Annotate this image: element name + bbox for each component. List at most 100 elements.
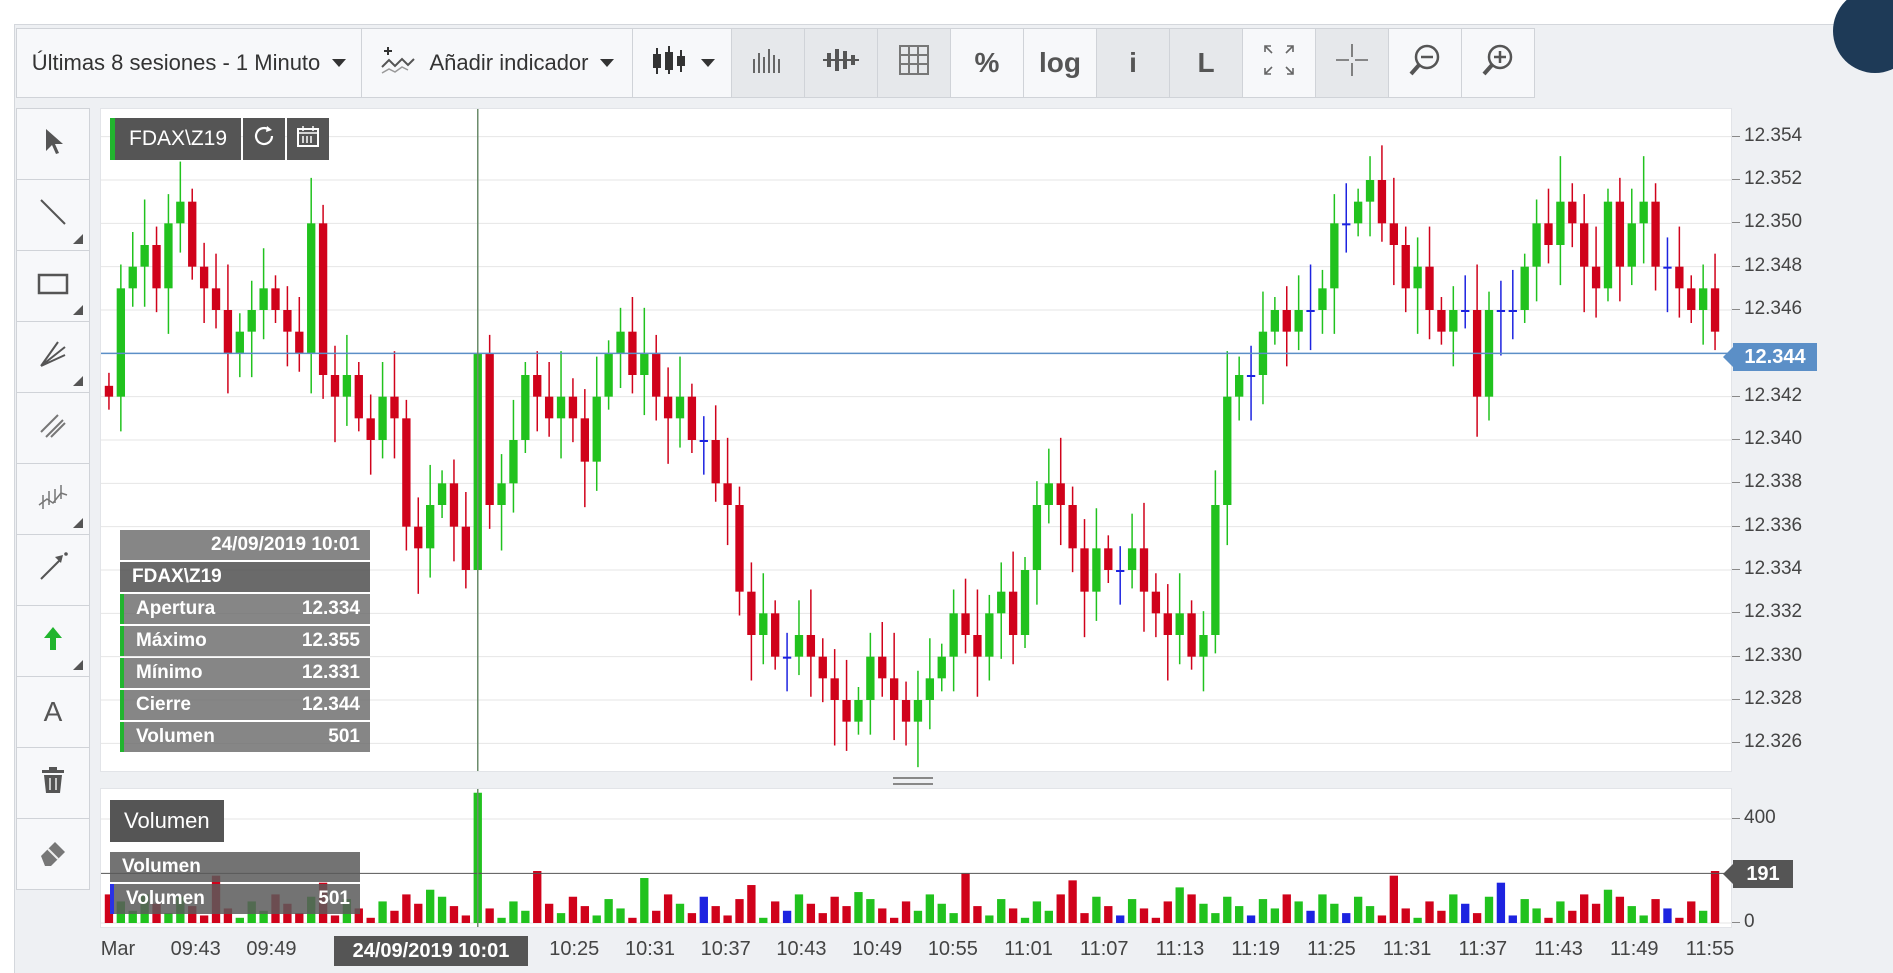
volume-bar	[854, 892, 863, 923]
candle-body	[961, 613, 970, 635]
arrow-line-tool[interactable]	[16, 534, 90, 606]
close-value: 12.344	[301, 694, 360, 715]
candle-body	[687, 396, 697, 440]
open-value: 12.334	[301, 598, 360, 619]
volume-bar	[1425, 901, 1434, 923]
eraser-tool[interactable]	[16, 818, 90, 890]
drawing-tools-sidebar: A	[16, 108, 90, 890]
volume-bar	[889, 917, 899, 923]
candle-body	[794, 635, 804, 657]
volume-bar	[1306, 910, 1315, 923]
candle-body	[247, 310, 256, 332]
volume-bar	[818, 913, 827, 923]
period-dropdown[interactable]: Últimas 8 sesiones - 1 Minuto	[16, 28, 362, 98]
candle-body	[1663, 266, 1672, 269]
candle-body	[616, 331, 625, 354]
volume-bar	[1508, 915, 1517, 923]
volume-bar	[652, 910, 661, 923]
candle-body	[747, 591, 756, 635]
fan-tool[interactable]	[16, 321, 90, 393]
grid-toggle-button[interactable]	[877, 28, 951, 98]
candle-body	[402, 418, 411, 527]
volume-bar	[1353, 896, 1363, 923]
refresh-button[interactable]	[243, 118, 286, 160]
candle-body	[449, 483, 459, 527]
candle-body	[711, 440, 720, 484]
pitchfork-icon	[37, 481, 69, 518]
candle-body	[675, 396, 685, 419]
time-tick-label: 10:55	[927, 938, 978, 960]
volume-bar	[985, 915, 994, 923]
volume-bar	[1484, 896, 1494, 923]
info-button[interactable]: i	[1096, 28, 1170, 98]
chart-type-dropdown[interactable]	[632, 28, 732, 98]
volume-profile-button[interactable]	[804, 28, 878, 98]
line-tool[interactable]	[16, 179, 90, 251]
top-toolbar: Últimas 8 sesiones - 1 Minuto Añadir ind…	[16, 28, 1535, 100]
candle-body	[782, 656, 792, 659]
candle-body	[164, 223, 173, 289]
candle-body	[104, 385, 114, 397]
volume-bar	[1246, 915, 1256, 923]
candle-body	[1389, 223, 1398, 245]
line-button[interactable]: L	[1169, 28, 1243, 98]
submenu-arrow-icon	[73, 376, 83, 386]
log-scale-button[interactable]: log	[1023, 28, 1097, 98]
candle-body	[1651, 201, 1660, 267]
candle-body	[1330, 223, 1339, 289]
volume-bar	[1342, 913, 1351, 923]
submenu-arrow-icon	[73, 305, 83, 315]
fullscreen-button[interactable]	[1242, 28, 1316, 98]
price-tick-label: 12.342	[1731, 384, 1803, 406]
volume-bar	[1377, 915, 1387, 923]
candle-body	[1246, 375, 1256, 377]
volume-bar	[1544, 917, 1553, 923]
zoom-in-button[interactable]	[1461, 28, 1535, 98]
period-label: Últimas 8 sesiones - 1 Minuto	[31, 50, 321, 75]
percent-button[interactable]: %	[950, 28, 1024, 98]
time-tick-label: 11:49	[1609, 938, 1659, 960]
text-tool[interactable]: A	[16, 676, 90, 748]
delete-drawings-tool[interactable]	[16, 747, 90, 819]
candle-body	[937, 656, 946, 679]
volume-bar	[1532, 908, 1541, 923]
candle-body	[1353, 201, 1363, 224]
pitchfork-tool[interactable]	[16, 463, 90, 535]
volume-bar	[449, 906, 459, 923]
candle-body	[1568, 201, 1577, 224]
crosshair-button[interactable]	[1315, 28, 1389, 98]
up-arrow-tool[interactable]	[16, 605, 90, 677]
bars-view-button[interactable]	[731, 28, 805, 98]
candle-body	[1068, 505, 1077, 549]
volume-bar	[1020, 917, 1030, 923]
candle-body	[1544, 223, 1553, 245]
candle-body	[949, 613, 958, 657]
candle-body	[485, 353, 494, 505]
volume-bar	[949, 913, 958, 923]
panel-resize-handle[interactable]	[893, 777, 933, 785]
user-avatar[interactable]	[1833, 0, 1893, 73]
zoom-out-button[interactable]	[1388, 28, 1462, 98]
cursor-icon	[41, 126, 65, 163]
rectangle-tool[interactable]	[16, 250, 90, 322]
candle-body	[1675, 266, 1684, 289]
zoom-out-icon	[1408, 43, 1442, 83]
calendar-button[interactable]	[287, 118, 330, 160]
submenu-arrow-icon	[73, 234, 83, 244]
candle-body	[1187, 613, 1196, 657]
volume-bar	[747, 885, 756, 923]
add-indicator-dropdown[interactable]: Añadir indicador	[361, 28, 633, 98]
volume-bar	[1223, 896, 1232, 923]
candle-body	[1306, 310, 1315, 312]
candle-body	[1437, 310, 1446, 332]
pointer-tool[interactable]	[16, 108, 90, 180]
channel-tool[interactable]	[16, 392, 90, 464]
volume-value: 501	[328, 726, 360, 747]
candle-body	[580, 418, 589, 462]
candle-body	[830, 678, 839, 700]
add-indicator-label: Añadir indicador	[429, 50, 589, 75]
candle-body	[592, 396, 601, 462]
candle-body	[271, 288, 280, 310]
volume-bar	[687, 913, 697, 923]
candle-body	[128, 266, 137, 289]
